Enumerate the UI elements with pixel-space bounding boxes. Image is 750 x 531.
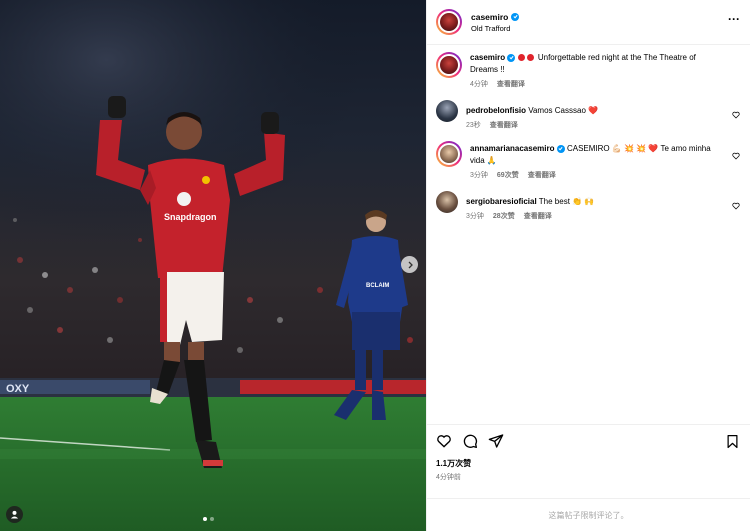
verified-icon <box>511 12 520 21</box>
carousel-dot <box>210 517 214 521</box>
shirt-sponsor-text: Snapdragon <box>164 212 217 222</box>
heart-icon[interactable] <box>732 147 740 165</box>
likes-count[interactable]: 1.1万次赞 <box>436 458 740 469</box>
comment-text: The best 👏 🙌 <box>538 197 595 206</box>
see-translation-button[interactable]: 查看翻译 <box>497 79 525 89</box>
comment-button[interactable] <box>462 433 478 449</box>
author-username[interactable]: casemiro <box>471 12 728 22</box>
next-photo-button[interactable] <box>401 256 418 273</box>
red-circle-emoji <box>517 54 525 61</box>
comment-text: Vamos Casssao ❤️ <box>528 106 599 115</box>
comment-username[interactable]: sergiobaresioficial <box>466 197 537 206</box>
tagged-users-button[interactable] <box>6 506 23 523</box>
red-circle-emoji <box>526 54 534 61</box>
avatar[interactable] <box>436 100 458 122</box>
user-tag-icon <box>10 510 19 519</box>
comment-time: 3分钟 <box>466 213 484 220</box>
svg-text:BCLAIM: BCLAIM <box>366 283 389 289</box>
save-button[interactable] <box>725 434 740 449</box>
heart-icon[interactable] <box>732 197 740 215</box>
more-icon[interactable]: ··· <box>728 12 740 32</box>
carousel-indicator <box>203 517 214 521</box>
bookmark-icon <box>727 434 738 448</box>
chevron-right-icon <box>408 261 413 268</box>
post-actions: 1.1万次赞 4分钟前 <box>427 424 750 482</box>
caption-text-block: casemiro Unforgettable red night at the … <box>470 52 724 76</box>
comment-icon <box>463 434 478 448</box>
post-details-pane: casemiro Old Trafford ··· casemiro Unfor… <box>426 0 750 531</box>
comment-row: pedrobelonfisio Vamos Casssao ❤️ 23秒 查看翻… <box>436 100 740 130</box>
avatar[interactable] <box>436 191 458 213</box>
comments-list: casemiro Unforgettable red night at the … <box>427 46 750 424</box>
comment-likes[interactable]: 28次赞 <box>493 211 515 221</box>
comment-username[interactable]: annamarianacasemiro <box>470 144 555 153</box>
comments-closed-notice: 这篇帖子限制评论了。 <box>427 498 750 531</box>
post-header: casemiro Old Trafford ··· <box>427 0 750 45</box>
like-button[interactable] <box>436 433 452 449</box>
avatar[interactable] <box>436 9 462 35</box>
location-link[interactable]: Old Trafford <box>471 24 728 33</box>
heart-icon <box>437 435 451 448</box>
svg-text:OXY: OXY <box>6 383 30 395</box>
author-username-text[interactable]: casemiro <box>471 12 508 22</box>
match-photo-image: OXY BCLAIM Snapdragon <box>0 0 426 531</box>
comment-row: sergiobaresioficial The best 👏 🙌 3分钟 28次… <box>436 191 740 221</box>
avatar[interactable] <box>436 141 462 167</box>
see-translation-button[interactable]: 查看翻译 <box>528 170 556 180</box>
share-icon <box>488 434 504 448</box>
caption-row: casemiro Unforgettable red night at the … <box>436 52 740 89</box>
caption-username[interactable]: casemiro <box>470 53 505 62</box>
caption-time: 4分钟 <box>470 81 488 88</box>
heart-icon[interactable] <box>732 106 740 124</box>
comment-row: annamarianacasemiro CASEMIRO 💪🏻 💥 💥 ❤️ T… <box>436 141 740 180</box>
see-translation-button[interactable]: 查看翻译 <box>524 211 552 221</box>
post-time: 4分钟前 <box>436 474 461 481</box>
comment-likes[interactable]: 69次赞 <box>497 170 519 180</box>
comment-time: 23秒 <box>466 122 481 129</box>
share-button[interactable] <box>488 433 504 449</box>
see-translation-button[interactable]: 查看翻译 <box>490 120 518 130</box>
comment-username[interactable]: pedrobelonfisio <box>466 106 526 115</box>
verified-icon <box>507 53 516 62</box>
post-photo[interactable]: OXY BCLAIM Snapdragon <box>0 0 426 531</box>
carousel-dot <box>203 517 207 521</box>
avatar[interactable] <box>436 52 462 78</box>
comment-time: 3分钟 <box>470 172 488 179</box>
verified-icon <box>556 144 565 153</box>
